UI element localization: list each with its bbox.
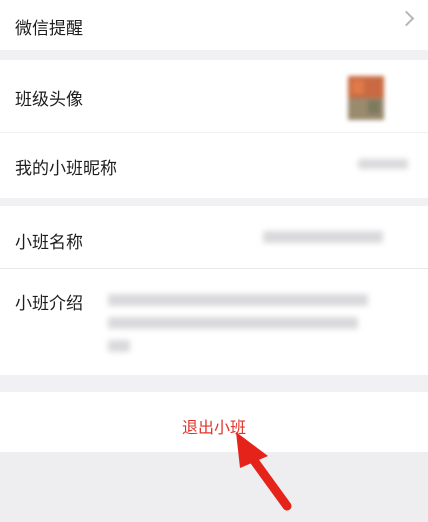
class-intro-line-3-blurred [108, 340, 130, 352]
class-avatar-image[interactable] [348, 76, 384, 120]
class-name-row[interactable]: 小班名称 [0, 206, 428, 268]
exit-class-section: 退出小班 [0, 392, 428, 452]
class-avatar-label: 班级头像 [15, 90, 83, 110]
my-nickname-row[interactable]: 我的小班昵称 [0, 133, 428, 198]
class-intro-row[interactable]: 小班介绍 [0, 269, 428, 375]
nickname-value-blurred [358, 159, 408, 169]
class-intro-line-2-blurred [108, 317, 358, 329]
class-name-value-blurred [263, 231, 383, 243]
class-name-label: 小班名称 [15, 233, 83, 253]
bottom-area [0, 452, 428, 522]
wechat-reminder-row[interactable]: 微信提醒 [0, 0, 428, 50]
wechat-reminder-label: 微信提醒 [15, 19, 83, 39]
my-nickname-label: 我的小班昵称 [15, 159, 117, 179]
class-intro-label: 小班介绍 [15, 294, 83, 314]
class-intro-line-1-blurred [108, 294, 368, 306]
exit-class-button[interactable]: 退出小班 [0, 414, 428, 438]
chevron-right-icon [398, 10, 415, 27]
